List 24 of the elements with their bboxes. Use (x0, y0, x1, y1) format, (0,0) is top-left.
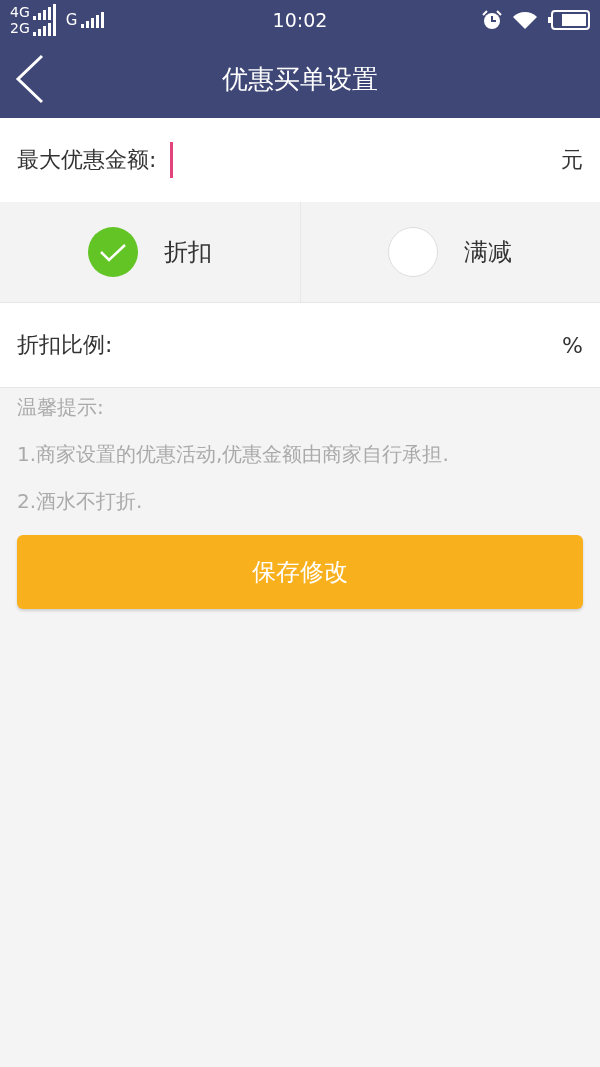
unit-label: 元 (561, 146, 583, 174)
option-label: 折扣 (163, 237, 212, 268)
clock-time: 10:02 (272, 9, 328, 31)
wifi-icon (512, 10, 538, 30)
tips-title: 温馨提示: (17, 394, 104, 421)
network-label: 4G (10, 4, 30, 20)
page-title: 优惠买单设置 (222, 62, 378, 96)
network-label: G (65, 11, 78, 29)
tip-text: 2.酒水不打折. (17, 488, 143, 515)
save-button[interactable]: 保存修改 (17, 535, 583, 609)
unit-label: % (562, 332, 583, 358)
signal-icon (31, 4, 58, 20)
alarm-icon (482, 10, 502, 30)
tip-text: 1.商家设置的优惠活动,优惠金额由商家自行承担. (17, 441, 449, 468)
field-label: 最大优惠金额: (17, 146, 157, 174)
signal-icon (80, 12, 107, 28)
radio-icon[interactable] (388, 227, 439, 277)
network-label: 2G (10, 20, 30, 36)
field-label: 折扣比例: (17, 331, 113, 359)
back-button[interactable] (14, 54, 46, 104)
battery-icon (548, 10, 590, 30)
checked-radio-icon[interactable] (87, 227, 138, 277)
signal-icon (31, 20, 58, 36)
option-label: 满减 (464, 237, 513, 268)
